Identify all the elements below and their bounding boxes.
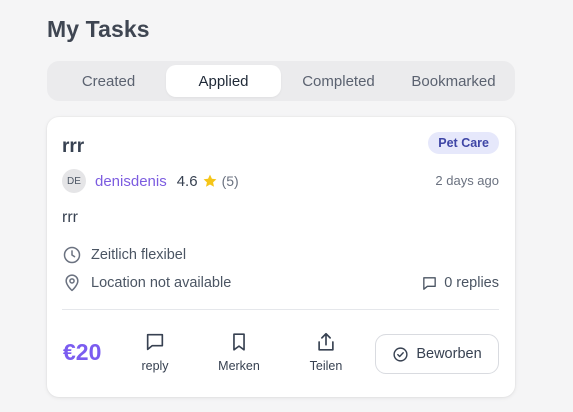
task-card[interactable]: rrr Pet Care DE denisdenis 4.6 (5) 2 day… <box>47 117 515 397</box>
clock-icon <box>62 245 82 265</box>
tab-created[interactable]: Created <box>51 65 166 97</box>
task-owner: DE denisdenis 4.6 (5) <box>62 169 239 193</box>
schedule-row: Zeitlich flexibel <box>62 244 186 266</box>
posted-time: 2 days ago <box>435 173 499 188</box>
location-text: Location not available <box>91 275 232 291</box>
tab-applied[interactable]: Applied <box>166 65 281 97</box>
comment-icon <box>144 331 166 353</box>
applied-status-button[interactable]: Beworben <box>375 334 499 374</box>
bookmark-button[interactable]: Merken <box>209 331 269 373</box>
location-pin-icon <box>62 273 82 293</box>
rating-count: (5) <box>221 173 239 189</box>
share-button[interactable]: Teilen <box>296 331 356 373</box>
tab-bookmarked[interactable]: Bookmarked <box>396 65 511 97</box>
bookmark-label: Merken <box>218 359 260 373</box>
tab-completed[interactable]: Completed <box>281 65 396 97</box>
reply-button[interactable]: reply <box>125 331 185 373</box>
star-icon <box>202 173 218 189</box>
task-tabs: Created Applied Completed Bookmarked <box>47 61 515 101</box>
task-price: €20 <box>63 339 102 365</box>
user-rating: 4.6 <box>176 172 198 190</box>
username-link[interactable]: denisdenis <box>95 173 167 190</box>
share-label: Teilen <box>309 359 343 373</box>
replies-text: 0 replies <box>444 275 499 291</box>
reply-label: reply <box>141 359 169 373</box>
page-title: My Tasks <box>47 16 150 42</box>
task-title[interactable]: rrr <box>62 136 84 158</box>
applied-status-label: Beworben <box>416 346 482 362</box>
schedule-text: Zeitlich flexibel <box>91 247 187 263</box>
location-row: Location not available <box>62 272 231 294</box>
comment-icon <box>421 275 438 292</box>
share-icon <box>315 331 337 353</box>
replies-count: 0 replies <box>421 272 499 294</box>
check-circle-icon <box>392 346 409 363</box>
bookmark-icon <box>228 331 250 353</box>
avatar: DE <box>62 169 86 193</box>
divider <box>62 309 499 310</box>
category-badge: Pet Care <box>428 132 499 154</box>
task-description: rrr <box>62 209 78 226</box>
